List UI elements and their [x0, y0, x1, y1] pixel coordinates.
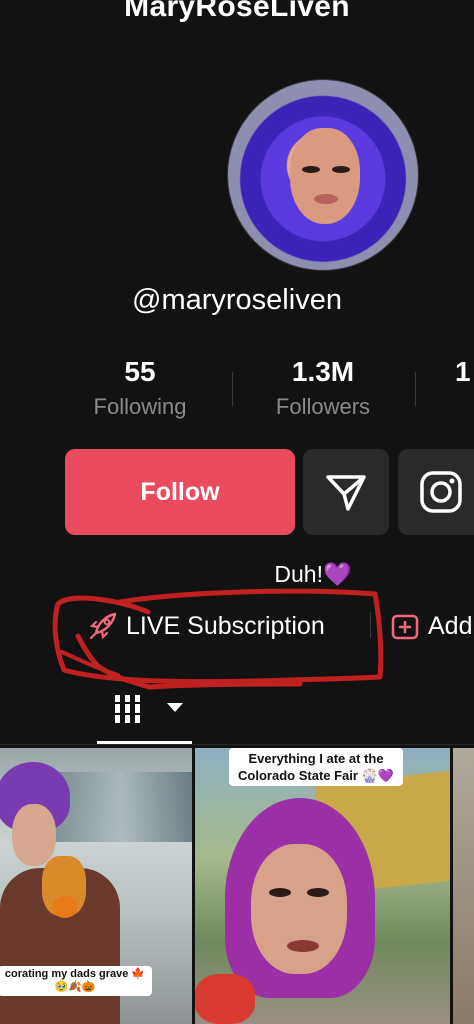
follow-button[interactable]: Follow — [65, 449, 295, 535]
face — [251, 844, 347, 974]
avatar-eye-right — [332, 166, 350, 173]
avatar-lips — [314, 194, 338, 204]
eye — [269, 888, 291, 897]
stat-following[interactable]: 55 Following — [60, 356, 220, 420]
caption-line: Everything I ate at the — [248, 751, 384, 766]
video-thumbnail[interactable]: Everything I ate at the Colorado State F… — [195, 748, 450, 1024]
stat-likes[interactable]: 1 — [455, 356, 474, 388]
tab-videos[interactable] — [112, 692, 144, 731]
videos-grid-icon — [112, 695, 144, 723]
tab-dropdown[interactable] — [166, 700, 184, 719]
eye — [307, 888, 329, 897]
instagram-icon — [420, 471, 462, 513]
avatar-face — [290, 128, 360, 224]
caret-down-icon — [167, 703, 183, 712]
likes-count: 1 — [455, 356, 471, 387]
food-cup — [195, 974, 255, 1024]
face — [12, 804, 56, 866]
followers-label: Followers — [275, 394, 371, 419]
content-tab-bar — [0, 682, 474, 744]
send-icon — [326, 475, 366, 511]
display-name: MaryRoseLiven — [124, 0, 350, 23]
lips — [287, 940, 319, 952]
video-thumbnail[interactable]: corating my dads grave 🍁 🥹🍂🎃 — [0, 748, 192, 1024]
stat-divider — [415, 372, 416, 406]
message-button[interactable] — [303, 449, 389, 535]
avatar-eye-left — [302, 166, 320, 173]
stat-followers[interactable]: 1.3M Followers — [243, 356, 403, 420]
stat-divider — [232, 372, 233, 406]
video-caption: corating my dads grave 🍁 🥹🍂🎃 — [0, 966, 152, 996]
following-count: 55 — [124, 356, 156, 387]
tab-divider — [0, 744, 474, 745]
video-caption: Everything I ate at the Colorado State F… — [229, 748, 403, 786]
pumpkin — [52, 896, 78, 918]
followers-count: 1.3M — [291, 356, 355, 387]
store-aisle — [50, 772, 192, 842]
avatar[interactable] — [228, 80, 418, 270]
profile-handle: @maryroseliven — [132, 284, 342, 316]
following-label: Following — [93, 394, 187, 419]
caption-line: corating my dads grave 🍁 — [4, 968, 146, 980]
instagram-button[interactable] — [398, 449, 474, 535]
caption-line: 🥹🍂🎃 — [54, 981, 96, 993]
video-thumbnail[interactable] — [453, 748, 474, 1024]
caption-line: Colorado State Fair 🎡💜 — [238, 768, 394, 783]
